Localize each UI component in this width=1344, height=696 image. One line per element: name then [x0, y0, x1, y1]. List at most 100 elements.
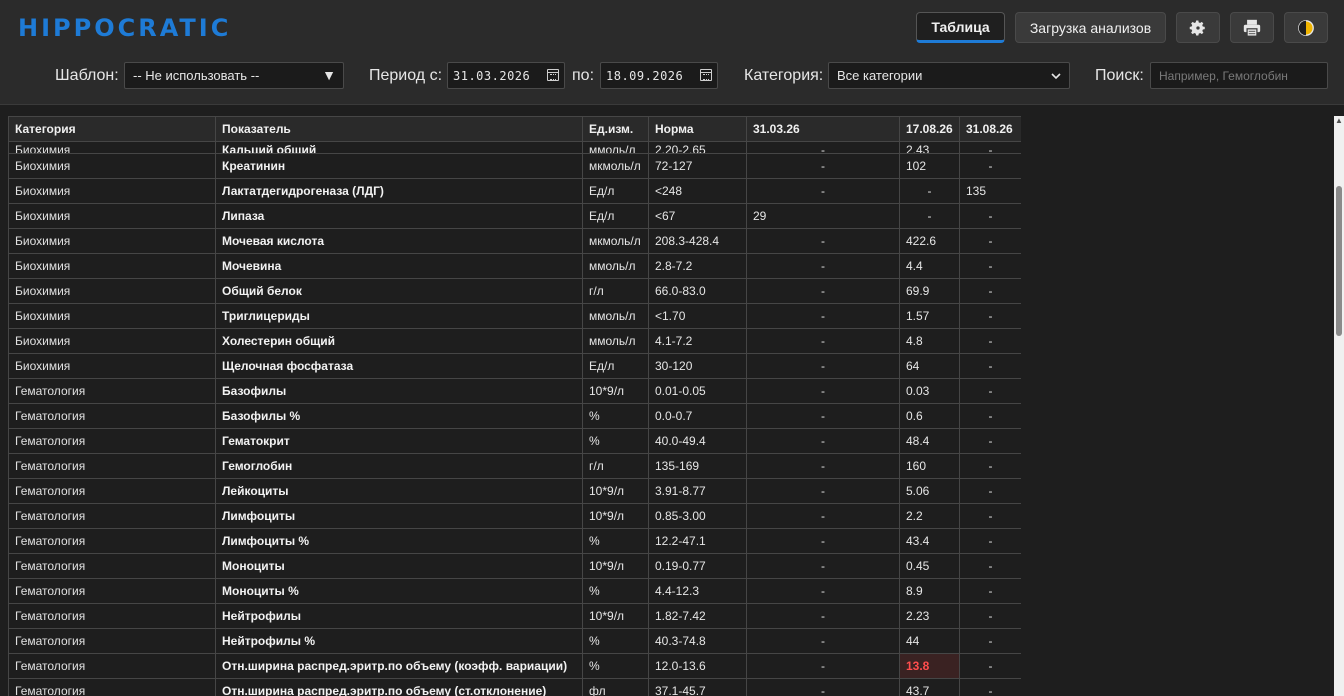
- table-row[interactable]: Биохимия Триглицериды ммоль/л <1.70-1.57-: [8, 303, 1021, 329]
- cell-indicator: Базофилы: [215, 378, 583, 404]
- theme-toggle-button[interactable]: [1284, 12, 1328, 43]
- cell-unit: ммоль/л: [582, 141, 649, 154]
- cell-value-17-08: 0.45: [899, 553, 960, 579]
- table-row[interactable]: Гематология Лимфоциты %% 12.2-47.1-43.4-: [8, 528, 1021, 554]
- header-date-3[interactable]: 31.08.26: [959, 116, 1021, 142]
- table-row[interactable]: Гематология Нейтрофилы 10*9/л 1.82-7.42-2.2…: [8, 603, 1021, 629]
- calendar-icon[interactable]: [700, 69, 712, 81]
- header-unit[interactable]: Ед.изм.: [582, 116, 649, 142]
- table-row[interactable]: Биохимия Липаза Ед/л <67 29- -: [8, 203, 1021, 229]
- cell-category: Биохимия: [8, 178, 216, 204]
- cell-value-31-03: -: [746, 653, 900, 679]
- table-body: Биохимия Кальций общий ммоль/л 2.20-2.65-2.…: [8, 141, 1021, 696]
- scrollbar-thumb[interactable]: [1336, 186, 1342, 336]
- cell-value-17-08: 69.9: [899, 278, 960, 304]
- header-date-1[interactable]: 31.03.26: [746, 116, 900, 142]
- cell-norm: 4.4-12.3: [648, 578, 747, 604]
- cell-value-31-03: -: [746, 428, 900, 454]
- table-row[interactable]: Гематология Моноциты 10*9/л 0.19-0.77-0.45-: [8, 553, 1021, 579]
- table-row[interactable]: Биохимия Щелочная фосфатаза Ед/л 30-120-64-: [8, 353, 1021, 379]
- cell-value-31-08: -: [959, 303, 1021, 329]
- cell-value-17-08: 422.6: [899, 228, 960, 254]
- header-norm[interactable]: Норма: [648, 116, 747, 142]
- cell-value-31-03: 29: [746, 203, 900, 229]
- cell-category: Биохимия: [8, 203, 216, 229]
- table-row[interactable]: Гематология Лейкоциты 10*9/л 3.91-8.77-5.06…: [8, 478, 1021, 504]
- date-from-input[interactable]: 31.03.2026: [447, 62, 565, 89]
- cell-unit: %: [582, 628, 649, 654]
- cell-indicator: Креатинин: [215, 153, 583, 179]
- cell-value-17-08: 4.4: [899, 253, 960, 279]
- cell-value-31-08: -: [959, 278, 1021, 304]
- cell-category: Гематология: [8, 678, 216, 696]
- cell-indicator: Щелочная фосфатаза: [215, 353, 583, 379]
- cell-value-17-08: -: [899, 178, 960, 204]
- cell-category: Гематология: [8, 528, 216, 554]
- table-row[interactable]: Биохимия Мочевина ммоль/л 2.8-7.2-4.4-: [8, 253, 1021, 279]
- header-date-2[interactable]: 17.08.26: [899, 116, 960, 142]
- table-row[interactable]: Биохимия Кальций общий ммоль/л 2.20-2.65-2.…: [8, 141, 1021, 154]
- cell-category: Биохимия: [8, 353, 216, 379]
- tab-table[interactable]: Таблица: [916, 12, 1005, 43]
- table-row[interactable]: Гематология Моноциты %% 4.4-12.3-8.9-: [8, 578, 1021, 604]
- table-row[interactable]: Биохимия Холестерин общий ммоль/л 4.1-7.2-4…: [8, 328, 1021, 354]
- category-select[interactable]: Все категории: [828, 62, 1070, 89]
- cell-indicator: Липаза: [215, 203, 583, 229]
- cell-category: Гематология: [8, 503, 216, 529]
- cell-value-31-03: -: [746, 553, 900, 579]
- cell-norm: 4.1-7.2: [648, 328, 747, 354]
- search-input[interactable]: Например, Гемоглобин: [1150, 62, 1328, 89]
- cell-norm: 0.01-0.05: [648, 378, 747, 404]
- header-category[interactable]: Категория: [8, 116, 216, 142]
- date-from-value: 31.03.2026: [453, 68, 531, 83]
- cell-norm: 135-169: [648, 453, 747, 479]
- table-row[interactable]: Гематология Лимфоциты 10*9/л 0.85-3.00-2.2-: [8, 503, 1021, 529]
- table-row[interactable]: Биохимия Мочевая кислота мкмоль/л 208.3-428…: [8, 228, 1021, 254]
- cell-indicator: Нейтрофилы: [215, 603, 583, 629]
- table-row[interactable]: Биохимия Общий белок г/л 66.0-83.0-69.9-: [8, 278, 1021, 304]
- cell-value-31-08: -: [959, 328, 1021, 354]
- cell-unit: мкмоль/л: [582, 153, 649, 179]
- cell-value-31-03: -: [746, 228, 900, 254]
- cell-value-17-08: 2.43: [899, 141, 960, 154]
- cell-norm: 0.19-0.77: [648, 553, 747, 579]
- upload-analyses-button[interactable]: Загрузка анализов: [1015, 12, 1166, 43]
- cell-unit: 10*9/л: [582, 503, 649, 529]
- table-row[interactable]: Гематология Базофилы 10*9/л 0.01-0.05-0.03-: [8, 378, 1021, 404]
- cell-unit: 10*9/л: [582, 378, 649, 404]
- cell-indicator: Нейтрофилы %: [215, 628, 583, 654]
- table-row[interactable]: Гематология Базофилы %% 0.0-0.7-0.6-: [8, 403, 1021, 429]
- cell-value-31-08: 135: [959, 178, 1021, 204]
- cell-value-17-08: 2.23: [899, 603, 960, 629]
- table-row[interactable]: Биохимия Креатинин мкмоль/л 72-127-102-: [8, 153, 1021, 179]
- filter-bar: Шаблон: -- Не использовать -- ▼ Период с…: [0, 62, 1344, 90]
- template-select[interactable]: -- Не использовать -- ▼: [124, 62, 344, 89]
- print-button[interactable]: [1230, 12, 1274, 43]
- cell-norm: 12.0-13.6: [648, 653, 747, 679]
- cell-value-17-08: 44: [899, 628, 960, 654]
- table-row[interactable]: Гематология Гематокрит% 40.0-49.4-48.4-: [8, 428, 1021, 454]
- scroll-up-icon[interactable]: ▲: [1335, 116, 1343, 125]
- cell-unit: 10*9/л: [582, 553, 649, 579]
- table-row[interactable]: Гематология Отн.ширина распред.эритр.по о…: [8, 678, 1021, 696]
- cell-category: Гематология: [8, 378, 216, 404]
- table-row[interactable]: Гематология Нейтрофилы %% 40.3-74.8-44-: [8, 628, 1021, 654]
- table-row[interactable]: Гематология Отн.ширина распред.эритр.по о…: [8, 653, 1021, 679]
- cell-norm: 2.20-2.65: [648, 141, 747, 154]
- date-to-input[interactable]: 18.09.2026: [600, 62, 718, 89]
- cell-value-31-03: -: [746, 578, 900, 604]
- table-row[interactable]: Гематология Гемоглобин г/л 135-169-160-: [8, 453, 1021, 479]
- vertical-scrollbar[interactable]: ▲: [1334, 116, 1344, 696]
- cell-category: Гематология: [8, 628, 216, 654]
- header-indicator[interactable]: Показатель: [215, 116, 583, 142]
- dropdown-arrow-icon: ▼: [322, 67, 336, 83]
- cell-indicator: Холестерин общий: [215, 328, 583, 354]
- cell-indicator: Отн.ширина распред.эритр.по объему (ст.о…: [215, 678, 583, 696]
- table-row[interactable]: Биохимия Лактатдегидрогеназа (ЛДГ) Ед/л <24…: [8, 178, 1021, 204]
- date-to-value: 18.09.2026: [606, 68, 684, 83]
- settings-button[interactable]: [1176, 12, 1220, 43]
- calendar-icon[interactable]: [547, 69, 559, 81]
- cell-value-31-03: -: [746, 478, 900, 504]
- cell-value-31-08: -: [959, 478, 1021, 504]
- cell-value-31-03: -: [746, 141, 900, 154]
